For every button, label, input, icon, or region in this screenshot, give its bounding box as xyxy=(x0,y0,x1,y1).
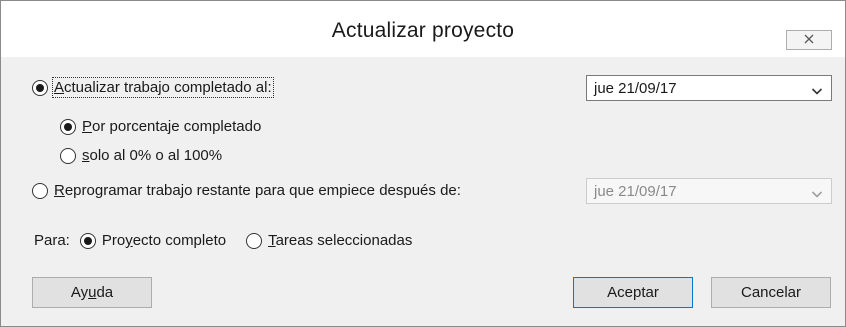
title-bar: Actualizar proyecto xyxy=(1,1,845,57)
by-percent-option[interactable]: Por porcentaje completado xyxy=(60,118,261,135)
reschedule-after-date-value: jue 21/09/17 xyxy=(594,182,677,200)
help-button[interactable]: Ayuda xyxy=(32,277,152,308)
entire-project-option[interactable]: Proyecto completo xyxy=(79,232,227,249)
selected-tasks-label: Tareas seleccionadas xyxy=(268,232,413,249)
help-button-label: Ayuda xyxy=(70,284,114,301)
entire-project-radio[interactable] xyxy=(79,232,96,249)
chevron-down-icon xyxy=(811,83,823,95)
completed-through-date-select[interactable]: jue 21/09/17 xyxy=(586,75,832,101)
reschedule-label: Reprogramar trabajo restante para que em… xyxy=(54,182,461,199)
close-button[interactable] xyxy=(786,30,832,50)
ok-button[interactable]: Aceptar xyxy=(573,277,693,308)
reschedule-option[interactable]: Reprogramar trabajo restante para que em… xyxy=(32,182,461,199)
chevron-down-icon xyxy=(811,186,823,198)
by-percent-label: Por porcentaje completado xyxy=(82,118,262,135)
only-0-100-label: solo al 0% o al 100% xyxy=(82,147,223,164)
update-completed-option[interactable]: Actualizar trabajo completado al: xyxy=(32,77,274,98)
only-0-100-radio[interactable] xyxy=(60,147,76,164)
scope-label: Para: xyxy=(34,232,70,249)
update-completed-label: Actualizar trabajo completado al: xyxy=(52,77,274,98)
selected-tasks-radio[interactable] xyxy=(246,232,263,249)
dialog-title: Actualizar proyecto xyxy=(331,19,515,42)
reschedule-radio[interactable] xyxy=(32,182,48,199)
entire-project-label: Proyecto completo xyxy=(101,232,227,249)
update-completed-radio[interactable] xyxy=(32,79,48,96)
update-project-dialog: Actualizar proyecto Actualizar trabajo c… xyxy=(0,0,846,327)
only-0-100-option[interactable]: solo al 0% o al 100% xyxy=(60,147,222,164)
scope-row: Para: Proyecto completo Tareas seleccion… xyxy=(34,232,412,249)
dialog-body: Actualizar trabajo completado al: jue 21… xyxy=(1,57,845,326)
reschedule-after-date-select: jue 21/09/17 xyxy=(586,178,832,204)
cancel-button[interactable]: Cancelar xyxy=(711,277,831,308)
by-percent-radio[interactable] xyxy=(60,118,76,135)
selected-tasks-option[interactable]: Tareas seleccionadas xyxy=(246,232,412,249)
close-icon xyxy=(804,31,814,49)
completed-through-date-value: jue 21/09/17 xyxy=(594,79,677,97)
